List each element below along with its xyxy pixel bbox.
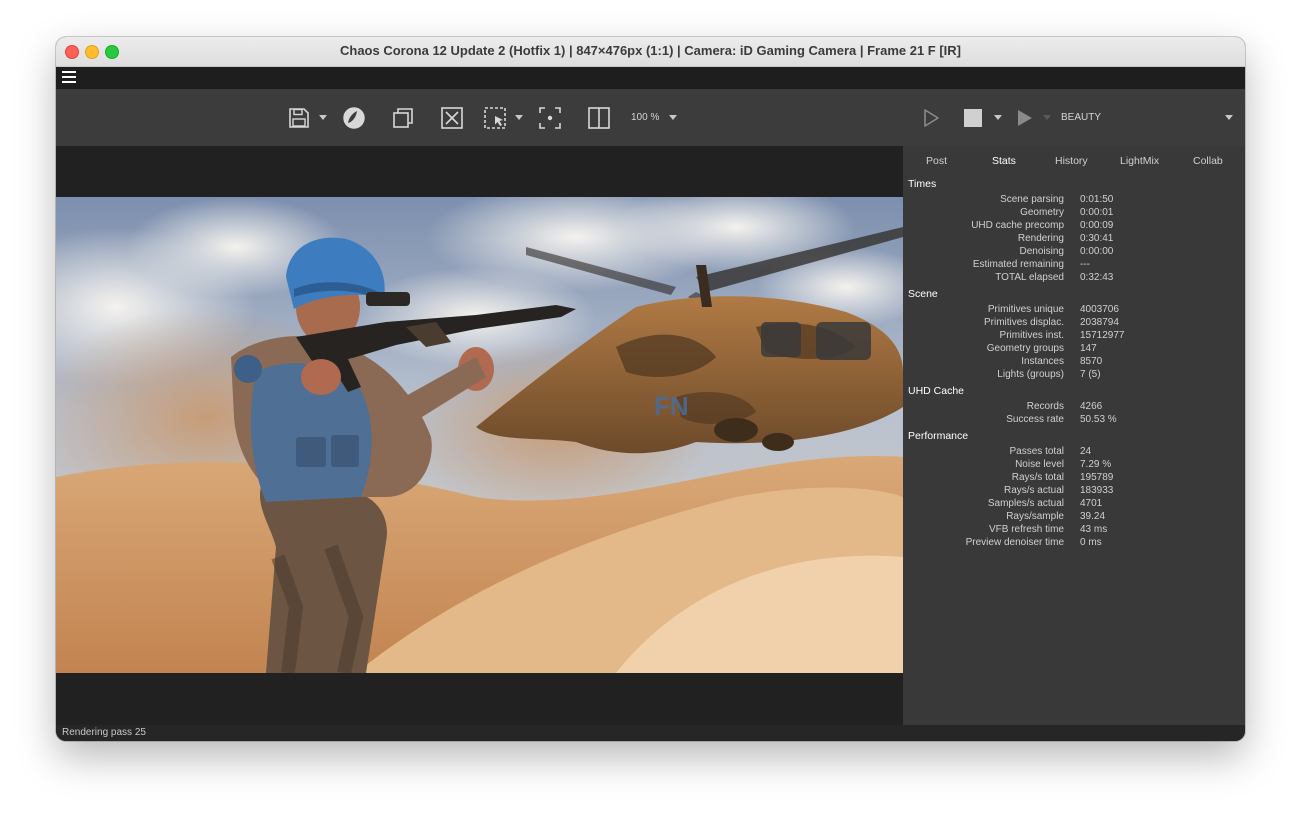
stop-dropdown-arrow[interactable] [994,115,1002,120]
render-viewport[interactable]: FN [56,146,903,725]
focus-target-icon [539,107,561,129]
region-select-icon [484,107,506,129]
region-render-button[interactable] [481,104,509,132]
clear-button[interactable] [438,104,466,132]
tab-lightmix[interactable]: LightMix [1120,155,1159,167]
stat-label: TOTAL elapsed [995,272,1064,283]
stat-label: Denoising [1019,246,1064,257]
stat-value: 0:01:50 [1080,194,1114,205]
stop-render-button[interactable] [959,104,987,132]
play-outline-icon [924,109,939,127]
channel-dropdown-arrow[interactable] [1225,115,1233,120]
stat-value: 7 (5) [1080,369,1101,380]
zoom-dropdown-arrow[interactable] [669,115,677,120]
tab-post[interactable]: Post [926,155,947,167]
stats-panel: Post Stats History LightMix Collab Times… [903,146,1245,725]
status-bar: Rendering pass 25 [56,725,1245,741]
stat-label: Rays/s total [1011,472,1064,483]
stat-label: Samples/s actual [987,498,1064,509]
stats-section-title: Times [908,178,937,190]
stat-value: 24 [1080,446,1092,457]
copy-icon [393,108,413,128]
stat-label: Primitives unique [987,304,1064,315]
stat-value: 4266 [1080,401,1103,412]
zoom-level[interactable]: 100 % [631,112,659,123]
stat-value: 0:00:01 [1080,207,1114,218]
corona-logo-icon [343,107,365,129]
stat-value: 43 ms [1080,524,1108,535]
interactive-dropdown-arrow[interactable] [1043,115,1051,120]
status-text: Rendering pass 25 [62,727,146,738]
toolbar: 100 % BEAUTY [56,89,1245,146]
stat-value: 0 ms [1080,537,1102,548]
stat-label: Estimated remaining [972,259,1064,270]
stat-label: Passes total [1009,446,1064,457]
stat-label: Rendering [1017,233,1064,244]
stats-section-title: Scene [908,288,938,300]
save-dropdown-arrow[interactable] [319,115,327,120]
clear-icon [441,107,463,129]
split-view-icon [588,107,610,129]
copy-button[interactable] [389,104,417,132]
stat-value: 4003706 [1080,304,1119,315]
stat-value: --- [1080,259,1090,270]
split-view-button[interactable] [585,104,613,132]
save-button[interactable] [285,104,313,132]
stat-value: 0:30:41 [1080,233,1114,244]
stat-value: 195789 [1080,472,1114,483]
stat-value: 4701 [1080,498,1103,509]
pick-focus-button[interactable] [536,104,564,132]
tab-history[interactable]: History [1055,155,1088,167]
save-icon [289,108,309,128]
stat-value: 0:00:00 [1080,246,1114,257]
stat-value: 7.29 % [1080,459,1112,470]
stat-label: Primitives inst. [999,330,1064,341]
title-bar[interactable]: Chaos Corona 12 Update 2 (Hotfix 1) | 84… [56,37,1245,67]
tab-collab[interactable]: Collab [1193,155,1223,167]
corona-logo-button[interactable] [340,104,368,132]
panel-tabs: Post Stats History LightMix Collab [903,146,1245,174]
play-filled-icon [1018,110,1032,126]
stat-value: 50.53 % [1080,414,1117,425]
stat-label: UHD cache precomp [971,220,1064,231]
stat-value: 39.24 [1080,511,1106,522]
stop-icon [964,109,982,127]
render-channel-select[interactable]: BEAUTY [1061,112,1101,123]
stat-label: Rays/sample [1006,511,1064,522]
stat-label: Geometry groups [986,343,1064,354]
rendered-image: FN [56,197,903,673]
region-dropdown-arrow[interactable] [515,115,523,120]
stats-section-title: Performance [908,430,969,442]
stat-label: Noise level [1015,459,1064,470]
stat-label: Success rate [1006,414,1064,425]
stat-value: 0:32:43 [1080,272,1114,283]
stat-label: Rays/s actual [1003,485,1064,496]
stat-label: Primitives displac. [983,317,1064,328]
stat-value: 147 [1080,343,1097,354]
menu-bar [56,67,1245,89]
stat-label: Geometry [1020,207,1064,218]
tab-stats[interactable]: Stats [992,155,1016,167]
window-title: Chaos Corona 12 Update 2 (Hotfix 1) | 84… [339,43,962,58]
helicopter-decal: FN [654,391,689,421]
hamburger-menu-icon[interactable] [62,71,76,83]
stat-label: Records [1026,401,1064,412]
stat-value: 8570 [1080,356,1103,367]
stats-section-title: UHD Cache [908,385,965,397]
stat-label: Lights (groups) [997,369,1064,380]
stat-value: 15712977 [1080,330,1125,341]
interactive-render-button[interactable] [1011,104,1039,132]
stat-value: 183933 [1080,485,1114,496]
stat-label: VFB refresh time [988,524,1064,535]
stat-value: 2038794 [1080,317,1119,328]
stat-label: Preview denoiser time [965,537,1064,548]
stat-value: 0:00:09 [1080,220,1114,231]
vfb-window: Chaos Corona 12 Update 2 (Hotfix 1) | 84… [56,37,1245,741]
start-render-button[interactable] [917,104,945,132]
stat-label: Instances [1021,356,1064,367]
stat-label: Scene parsing [1000,194,1064,205]
